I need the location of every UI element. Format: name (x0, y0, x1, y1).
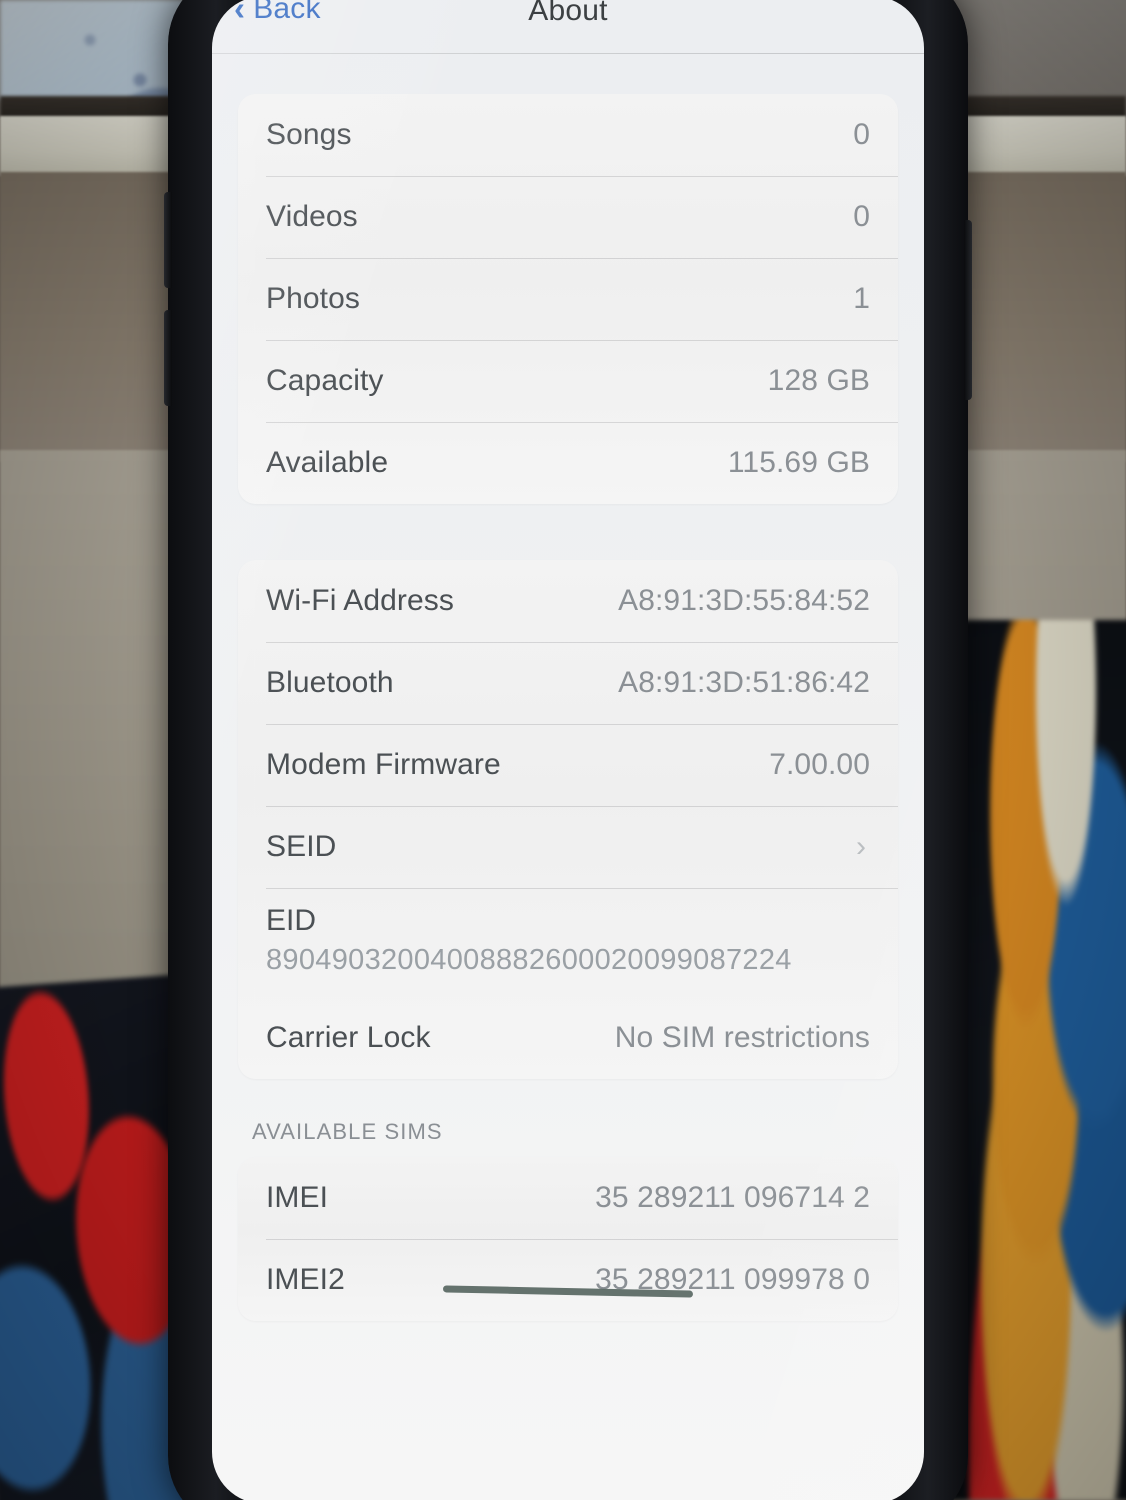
navbar-divider (212, 53, 924, 54)
row-value: 7.00.00 (769, 748, 870, 781)
phone-device: ‹ Back About Songs 0 Videos 0 Photos 1 C… (164, 0, 972, 1500)
row-value: 0 (853, 118, 870, 151)
row-label: IMEI (266, 1181, 329, 1214)
content-top-spacer (238, 54, 898, 94)
section-media-storage: Songs 0 Videos 0 Photos 1 Capacity 128 G… (238, 94, 898, 504)
table-row-seid[interactable]: SEID › (238, 806, 898, 888)
table-row[interactable]: Carrier Lock No SIM restrictions (238, 997, 898, 1079)
table-row[interactable]: IMEI 35 289211 096714 2 (238, 1157, 898, 1239)
row-label: SEID (266, 830, 337, 863)
row-value: 1 (853, 282, 870, 315)
settings-list: Songs 0 Videos 0 Photos 1 Capacity 128 G… (212, 54, 924, 1321)
chevron-left-icon: ‹ (234, 0, 246, 27)
row-label: Bluetooth (266, 666, 394, 699)
row-value: 35 289211 096714 2 (595, 1181, 870, 1214)
row-label: Carrier Lock (266, 1021, 431, 1054)
table-row[interactable]: Bluetooth A8:91:3D:51:86:42 (238, 642, 898, 724)
table-row[interactable]: Videos 0 (238, 176, 898, 258)
table-row[interactable]: Photos 1 (238, 258, 898, 340)
table-row[interactable]: Capacity 128 GB (238, 340, 898, 422)
table-row[interactable]: Available 115.69 GB (238, 422, 898, 504)
table-row[interactable]: Wi-Fi Address A8:91:3D:55:84:52 (238, 560, 898, 642)
row-label: Wi-Fi Address (266, 584, 454, 617)
table-row[interactable]: IMEI2 35 289211 099978 0 (238, 1239, 898, 1321)
row-label: Capacity (266, 364, 384, 397)
row-value: 0 (853, 200, 870, 233)
row-label: Songs (266, 118, 352, 151)
row-value: A8:91:3D:51:86:42 (618, 666, 870, 699)
chevron-right-icon: › (856, 830, 866, 863)
row-value: A8:91:3D:55:84:52 (618, 584, 870, 617)
power-button[interactable] (964, 220, 972, 400)
back-button-label: Back (253, 0, 321, 25)
section-available-sims: IMEI 35 289211 096714 2 IMEI2 35 289211 … (238, 1157, 898, 1321)
volume-down-button[interactable] (164, 310, 172, 406)
row-value: 89049032004008882600020099087224 (266, 944, 792, 976)
row-label: Photos (266, 282, 360, 315)
row-label: Available (266, 446, 389, 479)
table-row-eid[interactable]: EID 89049032004008882600020099087224 (238, 888, 898, 997)
row-label: IMEI2 (266, 1263, 345, 1296)
phone-screen: ‹ Back About Songs 0 Videos 0 Photos 1 C… (212, 0, 924, 1500)
row-value: 128 GB (767, 364, 870, 397)
row-value: 115.69 GB (727, 446, 870, 479)
navigation-bar: ‹ Back About (212, 0, 924, 54)
row-label: Videos (266, 200, 358, 233)
back-button[interactable]: ‹ Back (234, 0, 321, 26)
table-row[interactable]: Modem Firmware 7.00.00 (238, 724, 898, 806)
row-label: Modem Firmware (266, 748, 501, 781)
table-row[interactable]: Songs 0 (238, 94, 898, 176)
row-value: No SIM restrictions (614, 1021, 870, 1054)
volume-up-button[interactable] (164, 192, 172, 288)
page-title: About (528, 0, 608, 27)
section-network-identifiers: Wi-Fi Address A8:91:3D:55:84:52 Bluetoot… (238, 560, 898, 1079)
section-header-available-sims: AVAILABLE SIMS (252, 1119, 443, 1144)
row-label: EID (266, 904, 317, 937)
